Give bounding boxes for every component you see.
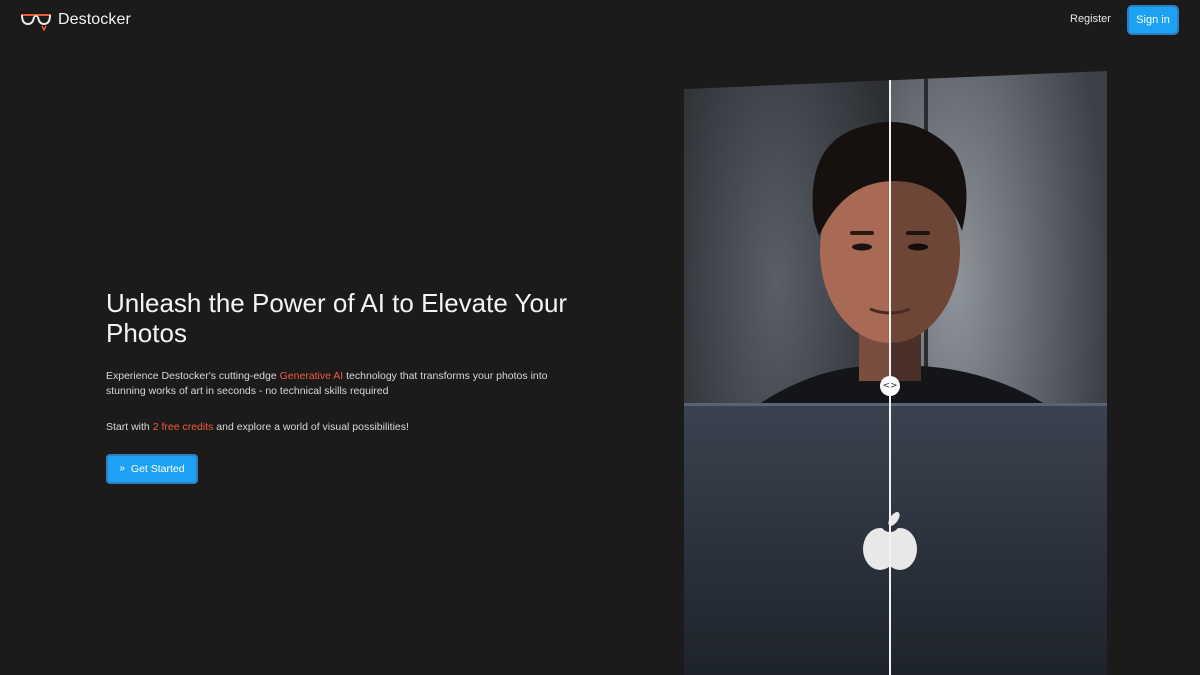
credits-text: Start with (106, 421, 153, 433)
glasses-icon (21, 14, 51, 31)
register-link[interactable]: Register (1070, 13, 1111, 25)
free-credits-line: Start with 2 free credits and explore a … (106, 420, 566, 435)
landing-page: Destocker Register Sign in Unleash the P… (0, 0, 1200, 675)
portrait-photo (684, 71, 1107, 675)
brand-logo[interactable]: Destocker (20, 9, 131, 31)
double-chevron-right-icon: » (119, 463, 125, 474)
generative-ai-highlight: Generative AI (279, 370, 344, 382)
top-nav: Destocker Register Sign in (0, 0, 1200, 40)
credits-text-end: and explore a world of visual possibilit… (213, 421, 409, 433)
hero-title: Unleash the Power of AI to Elevate Your … (106, 288, 568, 348)
get-started-label: Get Started (130, 463, 185, 475)
hero-description: Experience Destocker's cutting-edge Gene… (106, 369, 566, 399)
get-started-button[interactable]: » Get Started (106, 454, 198, 484)
sign-in-button[interactable]: Sign in (1127, 5, 1179, 35)
free-credits-highlight: 2 free credits (152, 421, 214, 433)
hero-description-text: Experience Destocker's cutting-edge (106, 370, 280, 382)
brand-name: Destocker (58, 11, 131, 28)
before-after-image[interactable] (684, 71, 1107, 675)
code-brackets-icon[interactable]: <> (880, 376, 900, 396)
